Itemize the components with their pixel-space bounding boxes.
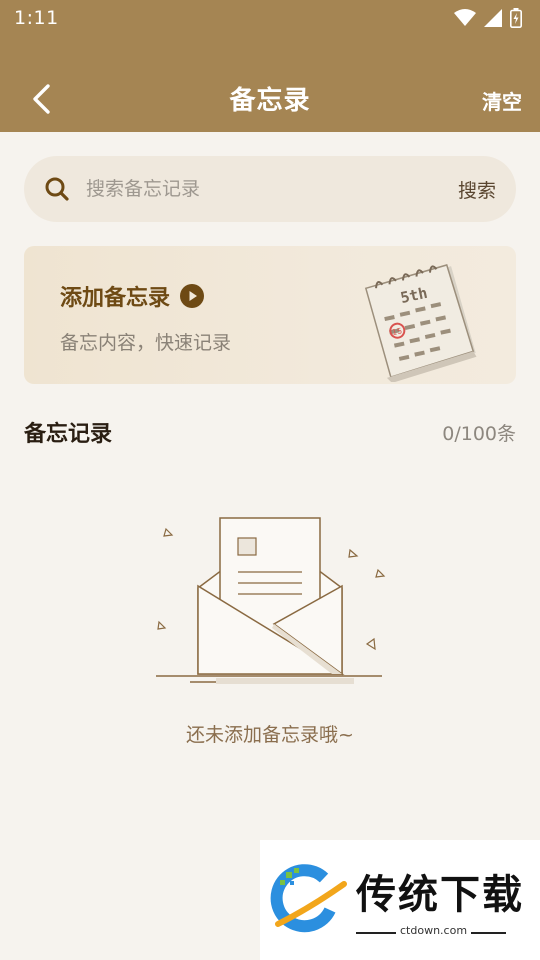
page-title: 备忘录 — [229, 86, 311, 116]
clear-button[interactable]: 清空 — [482, 86, 522, 115]
search-button[interactable]: 搜索 — [458, 176, 496, 203]
watermark-logo — [270, 864, 347, 933]
signal-icon — [484, 9, 502, 27]
empty-envelope-illustration — [156, 517, 386, 684]
app-header: 1:11 备忘录 清空 — [0, 0, 540, 132]
play-circle-icon — [180, 284, 205, 308]
search-bar[interactable]: 搜索 — [24, 156, 516, 222]
status-time: 1:11 — [14, 7, 59, 29]
watermark-domain: ctdown.com — [396, 924, 472, 937]
search-input[interactable] — [86, 178, 458, 200]
add-memo-card[interactable]: 添加备忘录 备忘内容，快速记录 5th 15 — [24, 246, 516, 384]
records-header: 备忘记录 0/100条 — [24, 414, 516, 450]
watermark: 传统下载 ctdown.com — [260, 840, 540, 960]
navbar: 备忘录 清空 — [0, 70, 540, 128]
calendar-illustration: 5th 15 — [364, 264, 477, 382]
wifi-icon — [454, 9, 476, 26]
records-title: 备忘记录 — [24, 422, 113, 447]
battery-icon — [510, 8, 522, 28]
status-icons — [454, 8, 522, 28]
status-bar: 1:11 — [0, 0, 540, 36]
watermark-name: 传统下载 — [356, 872, 524, 918]
add-memo-title: 添加备忘录 — [60, 286, 171, 311]
search-icon — [45, 177, 69, 201]
empty-state-message: 还未添加备忘录哦~ — [186, 724, 354, 746]
add-memo-title-row: 添加备忘录 — [60, 280, 205, 312]
add-memo-subtitle: 备忘内容，快速记录 — [60, 332, 232, 354]
records-count: 0/100条 — [442, 422, 516, 445]
